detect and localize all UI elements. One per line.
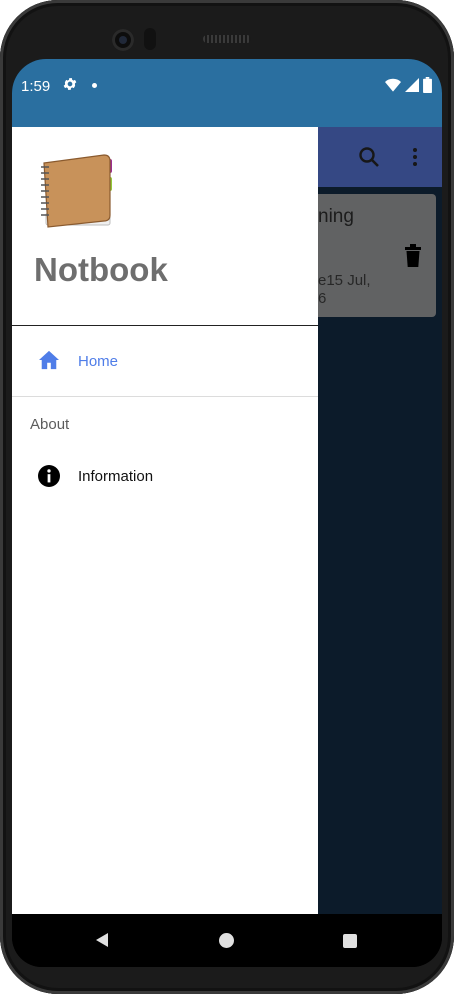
screen: 1:59 ning e15 Jul, 6 Notbook Home About … (12, 59, 442, 967)
drawer-item-label: Home (78, 353, 119, 370)
notification-dot-icon (92, 83, 97, 88)
drawer-header: Notbook (12, 127, 318, 326)
app-title: Notbook (34, 251, 168, 288)
drawer-item-label: Information (78, 468, 154, 485)
drawer-item-information[interactable]: Information (12, 445, 318, 509)
recents-icon[interactable] (343, 934, 357, 948)
wifi-icon (385, 78, 401, 92)
home-circle-icon[interactable] (219, 933, 234, 948)
proximity-sensor (144, 28, 156, 50)
back-icon[interactable] (94, 932, 110, 948)
drawer-divider (12, 396, 318, 397)
info-icon (38, 465, 60, 487)
section-title-about: About (30, 416, 70, 433)
front-camera (112, 29, 134, 51)
drawer-item-home[interactable]: Home (12, 327, 318, 395)
status-time: 1:59 (21, 78, 51, 95)
notebook-icon (41, 154, 112, 228)
battery-icon (423, 77, 432, 93)
navigation-drawer: Notbook Home About Information (12, 127, 318, 914)
earpiece-speaker (203, 35, 251, 43)
home-icon (39, 350, 59, 370)
system-nav-bar (12, 914, 442, 967)
status-bar: 1:59 (12, 59, 442, 127)
signal-icon (405, 78, 419, 92)
status-icons (385, 77, 432, 93)
phone-frame: 1:59 ning e15 Jul, 6 Notbook Home About … (0, 0, 454, 994)
gear-icon (63, 78, 77, 90)
